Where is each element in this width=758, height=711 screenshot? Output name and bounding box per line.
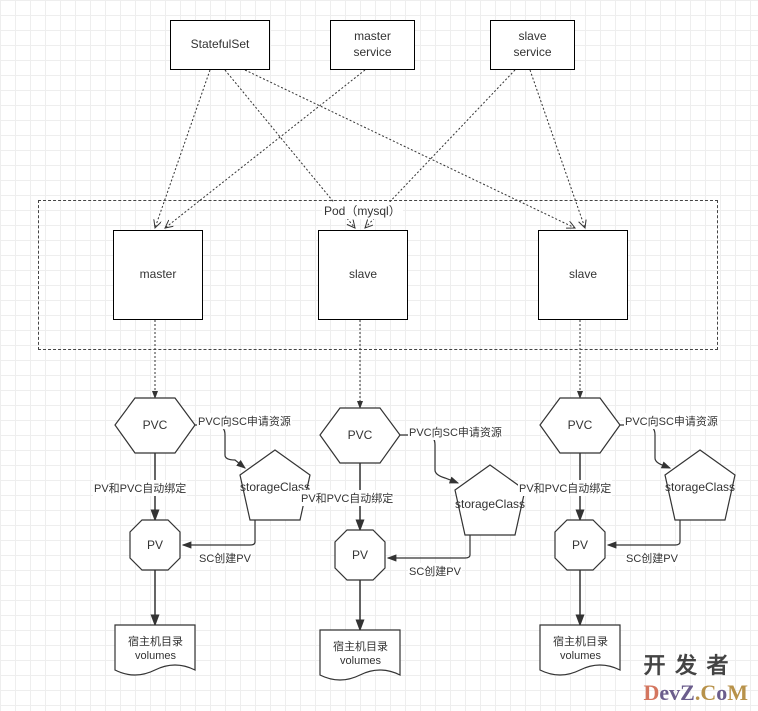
edge-pv-pvc-3: PV和PVC自动绑定 xyxy=(518,480,612,496)
vol-1: 宿主机目录 volumes xyxy=(118,635,193,664)
pvc-3: PVC xyxy=(565,418,595,434)
slave-pod-1-label: slave xyxy=(349,267,377,283)
edge-pv-pvc-2: PV和PVC自动绑定 xyxy=(300,490,394,506)
sc-2: storageClass xyxy=(455,497,525,513)
vol-1-label: 宿主机目录 volumes xyxy=(128,635,183,664)
vol-2: 宿主机目录 volumes xyxy=(323,640,398,669)
pv-2-label: PV xyxy=(352,548,368,564)
pv-1: PV xyxy=(145,538,165,554)
slave-pod-2: slave xyxy=(538,230,628,320)
edge-pvc-sc-2: PVC向SC申请资源 xyxy=(408,424,503,440)
slave-pod-2-label: slave xyxy=(569,267,597,283)
master-pod-label: master xyxy=(140,267,177,283)
vol-3-label: 宿主机目录 volumes xyxy=(553,635,608,664)
vol-3: 宿主机目录 volumes xyxy=(543,635,618,664)
pvc-1: PVC xyxy=(140,418,170,434)
master-service-label: master service xyxy=(353,29,391,60)
master-pod: master xyxy=(113,230,203,320)
statefulset-label: StatefulSet xyxy=(191,37,250,53)
sc-2-label: storageClass xyxy=(455,497,525,513)
pv-2: PV xyxy=(350,548,370,564)
edge-sc-pv-3: SC创建PV xyxy=(625,550,679,566)
pv-3: PV xyxy=(570,538,590,554)
watermark-line1: 开 发 者 xyxy=(644,648,749,680)
pod-container-label: Pod（mysql） xyxy=(322,202,403,219)
slave-pod-1: slave xyxy=(318,230,408,320)
slave-service-label: slave service xyxy=(513,29,551,60)
slave-service-node: slave service xyxy=(490,20,575,70)
pvc-2: PVC xyxy=(345,428,375,444)
statefulset-node: StatefulSet xyxy=(170,20,270,70)
sc-3-label: storageClass xyxy=(665,480,735,496)
edge-pvc-sc-1: PVC向SC申请资源 xyxy=(197,413,292,429)
master-service-node: master service xyxy=(330,20,415,70)
edge-pvc-sc-3: PVC向SC申请资源 xyxy=(624,413,719,429)
sc-3: storageClass xyxy=(665,480,735,496)
edge-sc-pv-2: SC创建PV xyxy=(408,563,462,579)
watermark: 开 发 者 DevZ.CoM xyxy=(644,648,749,706)
pvc-1-label: PVC xyxy=(143,418,168,434)
edge-sc-pv-1: SC创建PV xyxy=(198,550,252,566)
pv-1-label: PV xyxy=(147,538,163,554)
watermark-line2: DevZ.CoM xyxy=(644,680,749,706)
edge-pv-pvc-1: PV和PVC自动绑定 xyxy=(93,480,187,496)
diagram-svg xyxy=(0,0,758,711)
pvc-2-label: PVC xyxy=(348,428,373,444)
pv-3-label: PV xyxy=(572,538,588,554)
vol-2-label: 宿主机目录 volumes xyxy=(333,640,388,669)
pvc-3-label: PVC xyxy=(568,418,593,434)
